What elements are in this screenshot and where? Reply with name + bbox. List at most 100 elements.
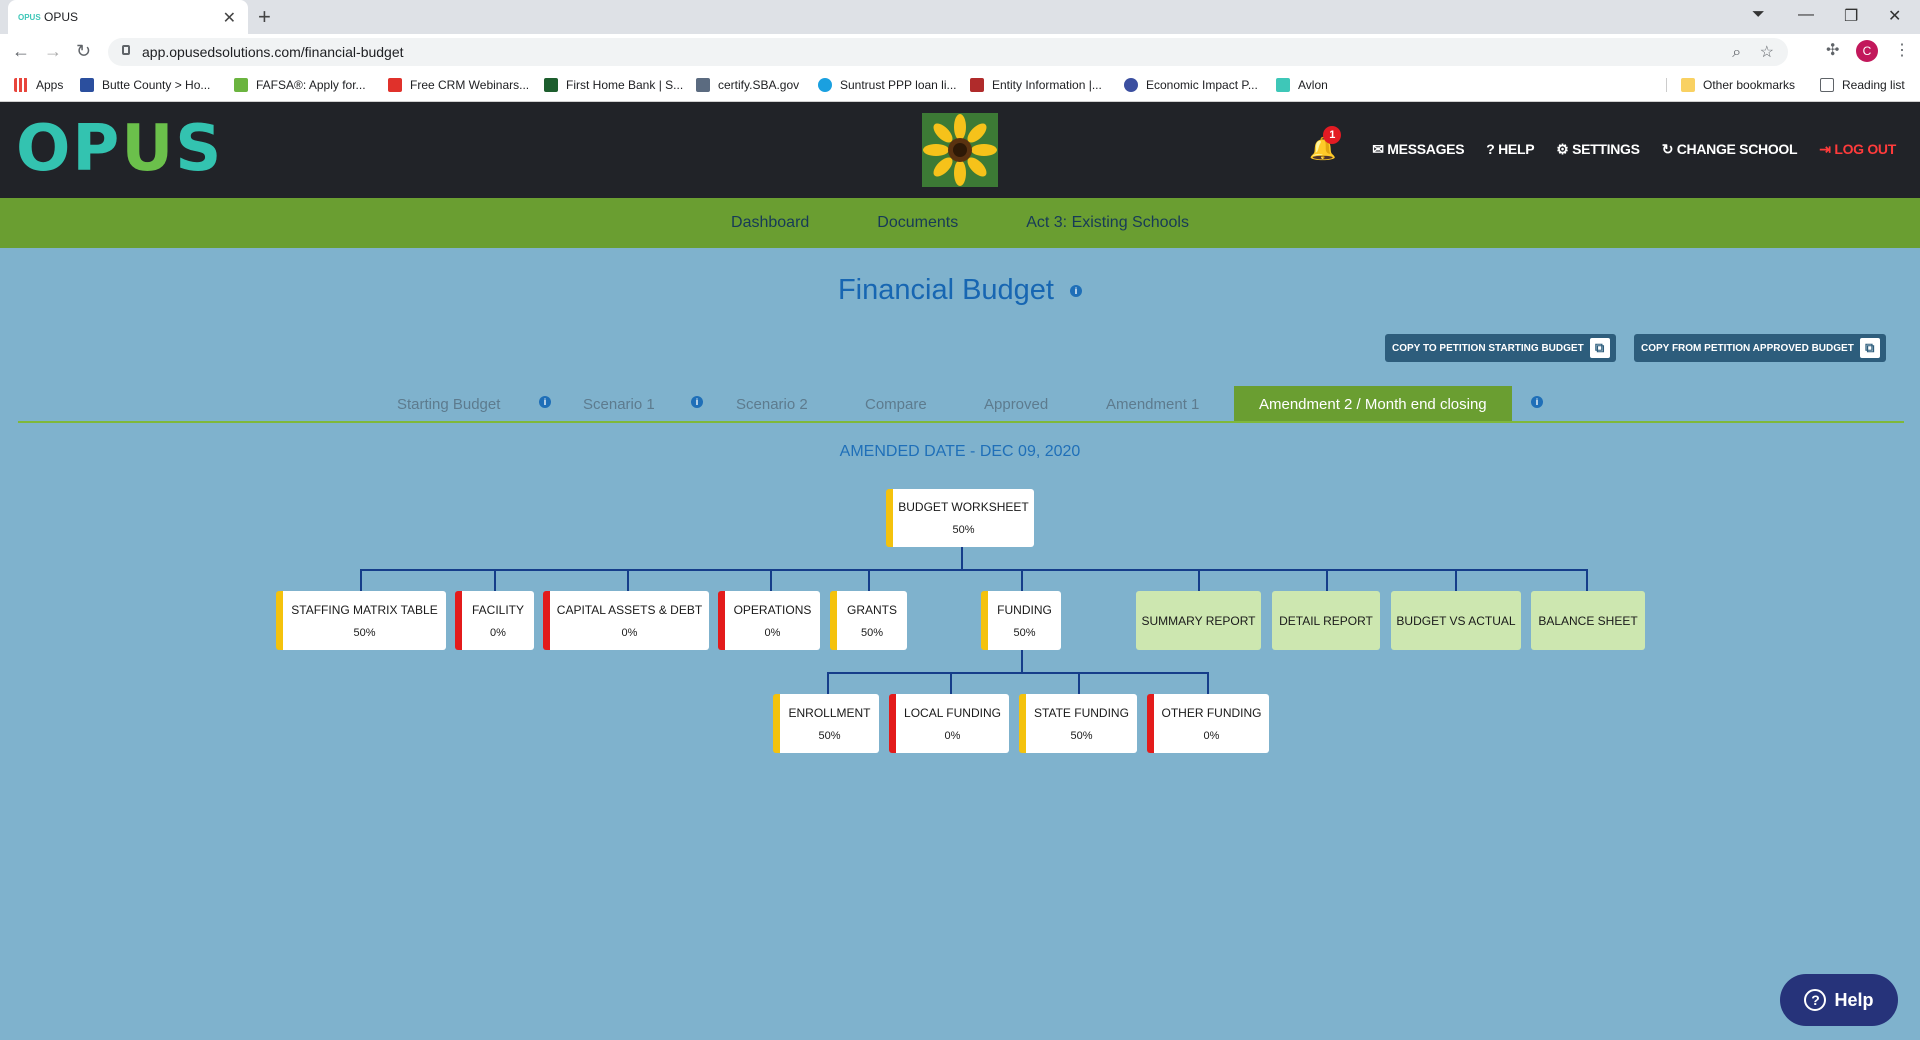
entity-bookmark-icon bbox=[970, 78, 984, 92]
bookmark-sba[interactable]: certify.SBA.gov bbox=[696, 78, 799, 92]
operations-node[interactable]: OPERATIONS 0% bbox=[718, 591, 820, 650]
nav-act3[interactable]: Act 3: Existing Schools bbox=[1026, 214, 1189, 232]
scenario1-info-icon[interactable]: i bbox=[691, 396, 703, 408]
address-bar[interactable]: app.opusedsolutions.com/financial-budget… bbox=[108, 38, 1788, 66]
question-icon: ? bbox=[1804, 989, 1827, 1011]
bookmark-star-icon[interactable]: ☆ bbox=[1760, 44, 1774, 61]
tab-amendment-1[interactable]: Amendment 1 bbox=[1106, 386, 1199, 422]
copy-to-petition-button[interactable]: COPY TO PETITION STARTING BUDGET ⧉ bbox=[1385, 334, 1616, 362]
tab-amendment-2[interactable]: Amendment 2 / Month end closing bbox=[1234, 386, 1512, 422]
enrollment-node[interactable]: ENROLLMENT 50% bbox=[773, 694, 879, 753]
other-bookmarks[interactable]: Other bookmarks bbox=[1666, 78, 1795, 92]
connector-line bbox=[1455, 569, 1457, 591]
nav-dashboard[interactable]: Dashboard bbox=[731, 214, 809, 232]
title-info-icon[interactable]: i bbox=[1070, 285, 1083, 298]
economic-bookmark-icon bbox=[1124, 78, 1138, 92]
bookmark-suntrust[interactable]: Suntrust PPP loan li... bbox=[818, 78, 957, 92]
sunflower-icon bbox=[922, 113, 998, 187]
amended-date: AMENDED DATE - DEC 09, 2020 bbox=[839, 443, 1081, 460]
butte-bookmark-icon bbox=[80, 78, 94, 92]
help-link[interactable]: ? HELP bbox=[1486, 141, 1534, 157]
restore-icon[interactable]: ❐ bbox=[1844, 6, 1858, 26]
budget-worksheet-node[interactable]: BUDGET WORKSHEET 50% bbox=[886, 489, 1034, 547]
fafsa-bookmark-icon bbox=[234, 78, 248, 92]
detail-report-node[interactable]: DETAIL REPORT bbox=[1272, 591, 1380, 650]
copy-from-petition-button[interactable]: COPY FROM PETITION APPROVED BUDGET ⧉ bbox=[1634, 334, 1886, 362]
bookmark-firsthome[interactable]: First Home Bank | S... bbox=[544, 78, 683, 92]
browser-tab[interactable]: OPUS OPUS ✕ bbox=[8, 0, 248, 34]
app-header: OPUS 🔔 1 ✉ MESSAGES ? HELP ⚙ SETTINGS ↻ C… bbox=[0, 102, 1920, 198]
reload-icon[interactable]: ↻ bbox=[76, 41, 91, 62]
connector-line bbox=[868, 569, 870, 591]
tabs-divider bbox=[18, 421, 1904, 423]
bookmark-apps[interactable]: Apps bbox=[14, 78, 63, 92]
connector-line bbox=[1021, 569, 1023, 591]
bookmark-economic[interactable]: Economic Impact P... bbox=[1124, 78, 1258, 92]
bookmark-butte[interactable]: Butte County > Ho... bbox=[80, 78, 210, 92]
staffing-matrix-node[interactable]: STAFFING MATRIX TABLE 50% bbox=[276, 591, 446, 650]
avatar[interactable]: C bbox=[1856, 40, 1878, 62]
connector-line bbox=[950, 672, 952, 694]
opus-logo[interactable]: OPUS bbox=[16, 112, 223, 186]
extensions-icon[interactable]: ✣ bbox=[1826, 40, 1839, 60]
settings-link[interactable]: ⚙ SETTINGS bbox=[1556, 141, 1640, 158]
main-nav: Dashboard Documents Act 3: Existing Scho… bbox=[0, 198, 1920, 248]
zoom-icon[interactable]: ⌕ bbox=[1732, 44, 1741, 61]
connector-line bbox=[1198, 569, 1200, 591]
starting-info-icon[interactable]: i bbox=[539, 396, 551, 408]
window-close-icon[interactable]: ✕ bbox=[1888, 6, 1901, 26]
forward-icon[interactable]: → bbox=[44, 41, 62, 62]
close-tab-icon[interactable]: ✕ bbox=[223, 8, 236, 28]
notification-badge: 1 bbox=[1323, 126, 1342, 144]
connector-line bbox=[1326, 569, 1328, 591]
avlon-bookmark-icon bbox=[1276, 78, 1290, 92]
url-text: app.opusedsolutions.com/financial-budget bbox=[142, 44, 404, 60]
facility-node[interactable]: FACILITY 0% bbox=[455, 591, 534, 650]
connector-line bbox=[1078, 672, 1080, 694]
tab-scenario-2[interactable]: Scenario 2 bbox=[736, 386, 808, 422]
profile-menu-icon[interactable]: ⏷ bbox=[1752, 6, 1765, 24]
help-chat-button[interactable]: ? Help bbox=[1780, 974, 1898, 1026]
bookmark-fafsa[interactable]: FAFSA®: Apply for... bbox=[234, 78, 366, 92]
firsthome-bookmark-icon bbox=[544, 78, 558, 92]
menu-kebab-icon[interactable]: ⋮ bbox=[1894, 40, 1910, 60]
grants-node[interactable]: GRANTS 50% bbox=[830, 591, 907, 650]
reading-list[interactable]: Reading list bbox=[1820, 78, 1905, 92]
summary-report-node[interactable]: SUMMARY REPORT bbox=[1136, 591, 1261, 650]
funding-node[interactable]: FUNDING 50% bbox=[981, 591, 1061, 650]
local-funding-node[interactable]: LOCAL FUNDING 0% bbox=[889, 694, 1009, 753]
copy-icon: ⧉ bbox=[1859, 338, 1880, 358]
bookmark-crm[interactable]: Free CRM Webinars... bbox=[388, 78, 529, 92]
opus-favicon-icon: OPUS bbox=[18, 12, 41, 22]
back-icon[interactable]: ← bbox=[12, 41, 30, 62]
connector-line bbox=[360, 569, 1588, 571]
other-funding-node[interactable]: OTHER FUNDING 0% bbox=[1147, 694, 1269, 753]
bookmark-entity[interactable]: Entity Information |... bbox=[970, 78, 1102, 92]
tab-approved[interactable]: Approved bbox=[984, 386, 1048, 422]
balance-sheet-node[interactable]: BALANCE SHEET bbox=[1531, 591, 1645, 650]
amendment2-info-icon[interactable]: i bbox=[1531, 396, 1543, 408]
lock-icon bbox=[122, 45, 130, 55]
nav-documents[interactable]: Documents bbox=[877, 214, 958, 232]
notifications-bell-icon[interactable]: 🔔 1 bbox=[1309, 126, 1342, 162]
messages-link[interactable]: ✉ MESSAGES bbox=[1372, 141, 1464, 158]
capital-assets-node[interactable]: CAPITAL ASSETS & DEBT 0% bbox=[543, 591, 709, 650]
refresh-icon: ↻ bbox=[1661, 140, 1677, 157]
browser-toolbar: ← → ↻ app.opusedsolutions.com/financial-… bbox=[0, 34, 1920, 70]
tab-compare[interactable]: Compare bbox=[865, 386, 927, 422]
budget-vs-actual-node[interactable]: BUDGET VS ACTUAL bbox=[1391, 591, 1521, 650]
browser-tab-title: OPUS bbox=[44, 10, 79, 24]
state-funding-node[interactable]: STATE FUNDING 50% bbox=[1019, 694, 1137, 753]
minimize-icon[interactable]: — bbox=[1798, 6, 1814, 24]
connector-line bbox=[827, 672, 1209, 674]
logout-link[interactable]: ⇥ LOG OUT bbox=[1819, 141, 1896, 158]
sba-bookmark-icon bbox=[696, 78, 710, 92]
new-tab-icon[interactable]: + bbox=[258, 4, 271, 30]
change-school-link[interactable]: ↻ CHANGE SCHOOL bbox=[1662, 141, 1798, 158]
folder-icon bbox=[1681, 78, 1695, 92]
bookmark-avlon[interactable]: Avlon bbox=[1276, 78, 1328, 92]
apps-grid-icon bbox=[14, 78, 28, 92]
tab-starting-budget[interactable]: Starting Budget bbox=[397, 386, 500, 422]
connector-line bbox=[1021, 650, 1023, 674]
tab-scenario-1[interactable]: Scenario 1 bbox=[583, 386, 655, 422]
